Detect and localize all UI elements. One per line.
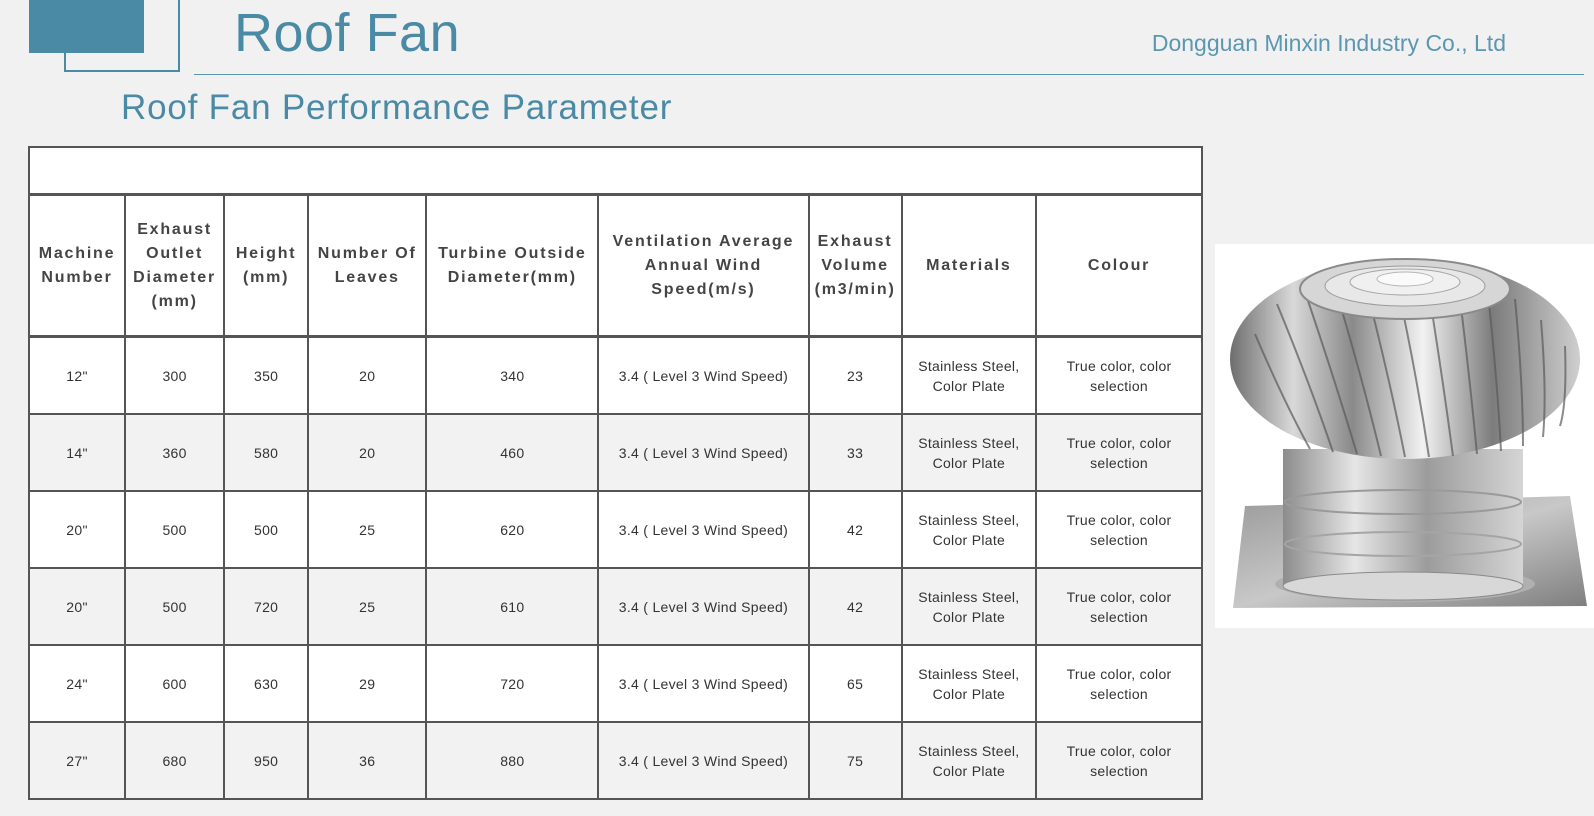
table-cell: 20: [307, 413, 428, 492]
table-row: 24" 600 630 29 720 3.4 ( Level 3 Wind Speed) 6…: [27, 644, 1203, 723]
performance-table-container: Machine Number Exhaust Outlet Diameter (m…: [27, 146, 1203, 800]
logo-frame: [64, 0, 180, 72]
table-cell: 620: [425, 490, 600, 569]
table-cell: 3.4 ( Level 3 Wind Speed): [597, 567, 810, 646]
table-cell: True color, color selection: [1035, 721, 1203, 800]
table-cell: 42: [807, 567, 903, 646]
column-header: Turbine Outside Diameter(mm): [425, 193, 600, 338]
table-cell: 23: [807, 335, 903, 415]
performance-table: Machine Number Exhaust Outlet Diameter (m…: [27, 146, 1203, 800]
table-cell: Stainless Steel, Color Plate: [900, 644, 1038, 723]
table-cell: 65: [807, 644, 903, 723]
table-row: 20" 500 500 25 620 3.4 ( Level 3 Wind Speed) 4…: [27, 490, 1203, 569]
table-cell: 12": [27, 335, 127, 415]
column-header: Number Of Leaves: [307, 193, 428, 338]
column-header: Ventilation Average Annual Wind Speed(m/…: [597, 193, 810, 338]
table-cell: 880: [425, 721, 600, 800]
table-cell: 3.4 ( Level 3 Wind Speed): [597, 335, 810, 415]
table-cell: 25: [307, 567, 428, 646]
column-header: Height (mm): [223, 193, 310, 338]
table-cell: 580: [223, 413, 310, 492]
table-cell: 25: [307, 490, 428, 569]
table-cell: 300: [124, 335, 226, 415]
roof-turbine-fan-photo: [1215, 244, 1594, 628]
table-cell: 14": [27, 413, 127, 492]
table-header-row: Machine Number Exhaust Outlet Diameter (m…: [27, 193, 1203, 338]
roof-fan-icon: [1230, 258, 1587, 608]
table-cell: 500: [124, 490, 226, 569]
table-cell: 24": [27, 644, 127, 723]
table-cell: 75: [807, 721, 903, 800]
table-cell: 460: [425, 413, 600, 492]
table-cell: True color, color selection: [1035, 567, 1203, 646]
table-cell: 950: [223, 721, 310, 800]
table-cell: True color, color selection: [1035, 413, 1203, 492]
table-cell: 20": [27, 490, 127, 569]
table-cell: 36: [307, 721, 428, 800]
table-cell: Stainless Steel, Color Plate: [900, 413, 1038, 492]
header-divider: [194, 74, 1584, 75]
table-cell: 600: [124, 644, 226, 723]
table-cell: 350: [223, 335, 310, 415]
column-header: Colour: [1035, 193, 1203, 338]
table-cell: 33: [807, 413, 903, 492]
table-row: 14" 360 580 20 460 3.4 ( Level 3 Wind Speed) 3…: [27, 413, 1203, 492]
table-cell: 42: [807, 490, 903, 569]
table-cell: 360: [124, 413, 226, 492]
table-cell: 3.4 ( Level 3 Wind Speed): [597, 490, 810, 569]
table-cell: 610: [425, 567, 600, 646]
table-cell: 29: [307, 644, 428, 723]
table-cell: 720: [425, 644, 600, 723]
table-cell: 20": [27, 567, 127, 646]
table-cell: Stainless Steel, Color Plate: [900, 567, 1038, 646]
table-cell: 500: [223, 490, 310, 569]
table-cell: 27": [27, 721, 127, 800]
table-row: 12" 300 350 20 340 3.4 ( Level 3 Wind Speed) 2…: [27, 335, 1203, 415]
table-cell: 3.4 ( Level 3 Wind Speed): [597, 644, 810, 723]
column-header: Exhaust Volume (m3/min): [807, 193, 903, 338]
table-row: 27" 680 950 36 880 3.4 ( Level 3 Wind Speed) 7…: [27, 721, 1203, 800]
table-cell: 340: [425, 335, 600, 415]
table-cell: True color, color selection: [1035, 335, 1203, 415]
page-title: Roof Fan: [234, 3, 461, 63]
column-header: Materials: [900, 193, 1038, 338]
table-blank-header-row: [28, 146, 1203, 196]
table-cell: Stainless Steel, Color Plate: [900, 721, 1038, 800]
blank-header-cell: [28, 146, 1203, 196]
table-cell: 20: [307, 335, 428, 415]
table-cell: 630: [223, 644, 310, 723]
table-cell: True color, color selection: [1035, 644, 1203, 723]
table-cell: 720: [223, 567, 310, 646]
company-name: Dongguan Minxin Industry Co., Ltd: [1151, 30, 1506, 56]
table-cell: Stainless Steel, Color Plate: [900, 335, 1038, 415]
table-body: 12" 300 350 20 340 3.4 ( Level 3 Wind Speed) 2…: [27, 335, 1203, 800]
table-cell: 680: [124, 721, 226, 800]
column-header: Machine Number: [27, 193, 127, 338]
section-title: Roof Fan Performance Parameter: [121, 88, 673, 127]
table-cell: Stainless Steel, Color Plate: [900, 490, 1038, 569]
table-cell: 3.4 ( Level 3 Wind Speed): [597, 413, 810, 492]
table-cell: 3.4 ( Level 3 Wind Speed): [597, 721, 810, 800]
column-header: Exhaust Outlet Diameter (mm): [124, 193, 226, 338]
table-row: 20" 500 720 25 610 3.4 ( Level 3 Wind Speed) 4…: [27, 567, 1203, 646]
table-cell: True color, color selection: [1035, 490, 1203, 569]
table-cell: 500: [124, 567, 226, 646]
